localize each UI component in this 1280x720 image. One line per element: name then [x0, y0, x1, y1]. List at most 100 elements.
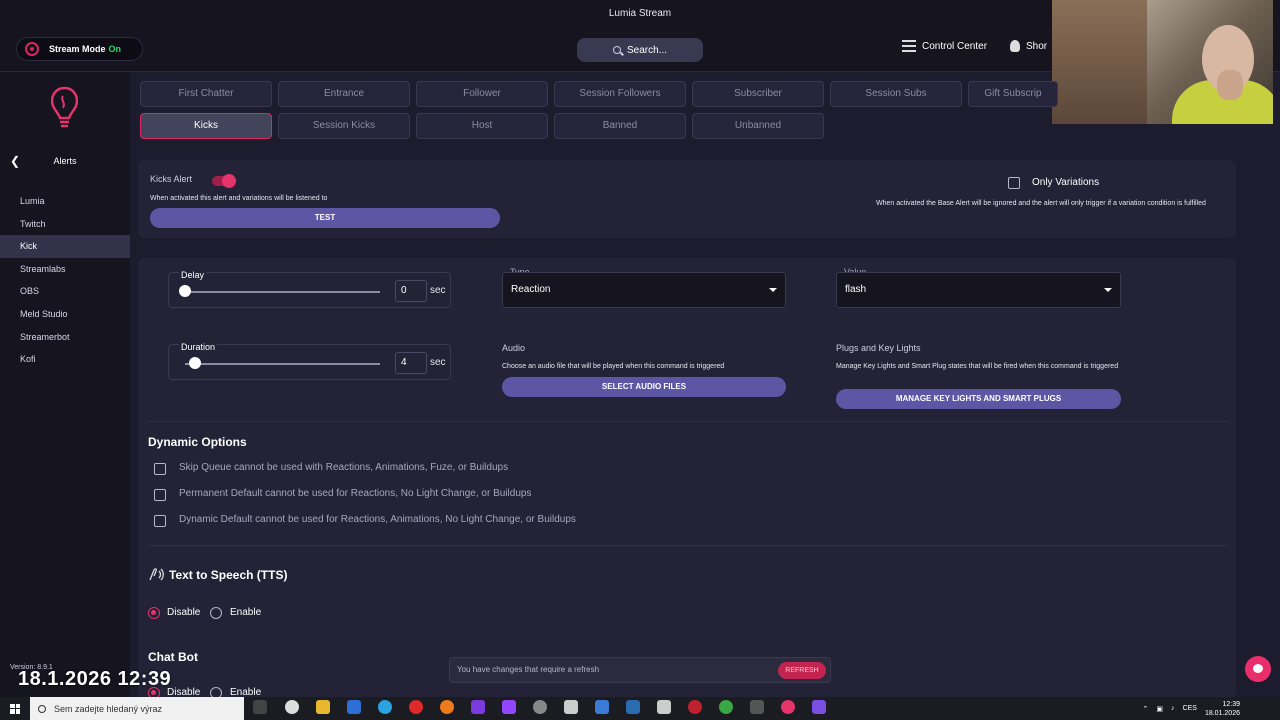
- sidebar-title: Alerts: [53, 156, 77, 166]
- opera-icon[interactable]: [409, 700, 423, 714]
- stream-mode-label: Stream Mode: [49, 44, 106, 54]
- file-explorer-icon[interactable]: [316, 700, 330, 714]
- save-icon[interactable]: [657, 700, 671, 714]
- sidebar-item-obs[interactable]: OBS: [0, 280, 130, 303]
- app-icon[interactable]: [471, 700, 485, 714]
- chatbot-title: Chat Bot: [148, 650, 198, 664]
- sidebar-item-meld-studio[interactable]: Meld Studio: [0, 303, 130, 326]
- app-icon[interactable]: [285, 700, 299, 714]
- search-button[interactable]: Search...: [577, 38, 703, 62]
- tab-kicks[interactable]: Kicks: [140, 113, 272, 139]
- tts-title: Text to Speech (TTS): [169, 568, 288, 582]
- delay-unit: sec: [430, 285, 446, 296]
- stream-mode-toggle[interactable]: Stream Mode On: [16, 37, 143, 61]
- only-variations-checkbox[interactable]: [1008, 177, 1020, 189]
- skip-queue-checkbox[interactable]: [154, 463, 166, 475]
- taskbar-clock[interactable]: 12:39 18.01.2026: [1205, 700, 1240, 718]
- lumia-logo-icon: [51, 86, 78, 128]
- only-variations-hint: When activated the Base Alert will be ig…: [876, 200, 1206, 207]
- duration-slider-box: Duration 4 sec: [168, 342, 451, 380]
- taskbar-search-input[interactable]: Sem zadejte hledaný výraz: [30, 697, 244, 720]
- tts-disable-label: Disable: [167, 607, 201, 618]
- edge-icon[interactable]: [378, 700, 392, 714]
- firefox-icon[interactable]: [440, 700, 454, 714]
- sidebar: ❮ Alerts Lumia Twitch Kick Streamlabs OB…: [0, 72, 130, 697]
- divider: [148, 421, 1228, 422]
- duration-slider-thumb[interactable]: [189, 357, 201, 369]
- control-center-button[interactable]: Control Center: [902, 40, 987, 52]
- duration-input[interactable]: 4: [395, 352, 427, 374]
- sidebar-item-kofi[interactable]: Kofi: [0, 348, 130, 371]
- search-label: Search...: [626, 44, 668, 56]
- twitch-icon[interactable]: [502, 700, 516, 714]
- test-button[interactable]: TEST: [150, 208, 500, 228]
- sidebar-item-lumia[interactable]: Lumia: [0, 190, 130, 213]
- manage-key-lights-button[interactable]: MANAGE KEY LIGHTS AND SMART PLUGS: [836, 389, 1121, 409]
- delay-slider-thumb[interactable]: [179, 285, 191, 297]
- chevron-down-icon: [769, 288, 777, 292]
- app-icon[interactable]: [812, 700, 826, 714]
- type-value: Reaction: [511, 284, 551, 295]
- tab-entrance[interactable]: Entrance: [278, 81, 410, 107]
- mail-icon[interactable]: [626, 700, 640, 714]
- delay-slider-box: Delay 0 sec: [168, 270, 451, 308]
- permanent-default-checkbox[interactable]: [154, 489, 166, 501]
- app-icon[interactable]: [564, 700, 578, 714]
- system-tray: ⌃ ▣ ♪ CES 12:39 18.01.2026: [1143, 697, 1240, 720]
- duration-unit: sec: [430, 357, 446, 368]
- tts-disable-radio[interactable]: [148, 607, 160, 619]
- refresh-button[interactable]: REFRESH: [778, 662, 826, 679]
- app-icon[interactable]: [595, 700, 609, 714]
- tab-session-followers[interactable]: Session Followers: [554, 81, 686, 107]
- language-indicator[interactable]: CES: [1183, 705, 1197, 712]
- tts-enable-label: Enable: [230, 607, 262, 618]
- tab-host[interactable]: Host: [416, 113, 548, 139]
- task-view-icon[interactable]: [253, 700, 267, 714]
- app-icon[interactable]: [688, 700, 702, 714]
- tab-gift-subscriptions[interactable]: Gift Subscrip: [968, 81, 1058, 107]
- dynamic-default-label: Dynamic Default cannot be used for React…: [179, 514, 576, 525]
- sidebar-item-streamerbot[interactable]: Streamerbot: [0, 326, 130, 349]
- windows-icon: [10, 703, 20, 714]
- app-icon[interactable]: [750, 700, 764, 714]
- divider: [148, 545, 1228, 546]
- audio-title: Audio: [502, 343, 526, 353]
- utorrent-icon[interactable]: [719, 700, 733, 714]
- store-icon[interactable]: [347, 700, 361, 714]
- refresh-message: You have changes that require a refresh: [457, 665, 600, 674]
- tab-unbanned[interactable]: Unbanned: [692, 113, 824, 139]
- shortcuts-button[interactable]: Shor: [1010, 40, 1047, 52]
- windows-start-button[interactable]: [0, 697, 30, 720]
- stream-mode-state: On: [108, 44, 122, 54]
- chevron-up-icon[interactable]: ⌃: [1143, 705, 1149, 713]
- kicks-alert-toggle[interactable]: [212, 174, 236, 188]
- taskbar-time: 12:39: [1222, 700, 1240, 708]
- lumia-taskbar-icon[interactable]: [781, 700, 795, 714]
- search-icon: [38, 704, 46, 713]
- tab-banned[interactable]: Banned: [554, 113, 686, 139]
- dynamic-default-checkbox[interactable]: [154, 515, 166, 527]
- sidebar-item-twitch[interactable]: Twitch: [0, 213, 130, 236]
- refresh-notification: You have changes that require a refresh …: [449, 657, 831, 683]
- audio-hint: Choose an audio file that will be played…: [502, 363, 725, 370]
- volume-icon[interactable]: ♪: [1171, 705, 1175, 712]
- obs-icon[interactable]: [533, 700, 547, 714]
- taskbar-date: 18.01.2026: [1204, 709, 1240, 717]
- chat-fab-button[interactable]: [1245, 656, 1271, 682]
- plugs-title: Plugs and Key Lights: [836, 343, 921, 353]
- delay-track: [185, 291, 380, 293]
- select-audio-files-button[interactable]: SELECT AUDIO FILES: [502, 377, 786, 397]
- tab-first-chatter[interactable]: First Chatter: [140, 81, 272, 107]
- tab-session-kicks[interactable]: Session Kicks: [278, 113, 410, 139]
- delay-input[interactable]: 0: [395, 280, 427, 302]
- value-select[interactable]: flash: [836, 272, 1121, 308]
- sidebar-item-kick[interactable]: Kick: [0, 235, 130, 258]
- type-select[interactable]: Reaction: [502, 272, 786, 308]
- tab-follower[interactable]: Follower: [416, 81, 548, 107]
- sidebar-item-streamlabs[interactable]: Streamlabs: [0, 258, 130, 281]
- network-icon[interactable]: ▣: [1156, 705, 1163, 713]
- tab-subscriber[interactable]: Subscriber: [692, 81, 824, 107]
- tts-enable-radio[interactable]: [210, 607, 222, 619]
- tab-session-subs[interactable]: Session Subs: [830, 81, 962, 107]
- duration-label: Duration: [179, 342, 218, 352]
